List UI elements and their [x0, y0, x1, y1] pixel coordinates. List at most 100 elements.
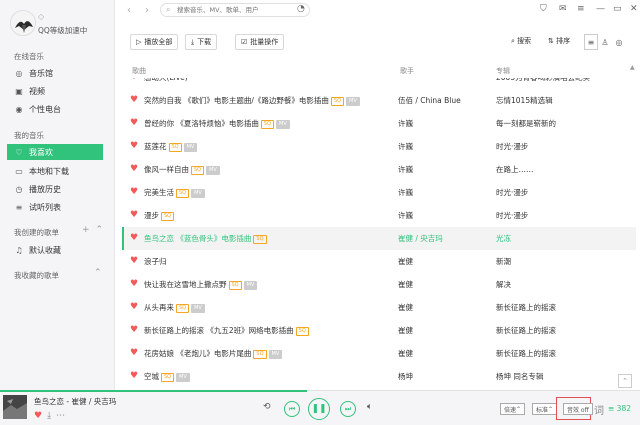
maximize-icon[interactable]: ▭: [613, 4, 622, 14]
sort-button[interactable]: ⇅ 排序: [548, 36, 570, 46]
heart-icon[interactable]: ♥: [130, 279, 138, 289]
singer-view-icon[interactable]: ♙: [598, 34, 612, 50]
heart-icon[interactable]: ♥: [130, 95, 138, 105]
batch-operation-button[interactable]: ☑ 批量操作: [235, 34, 285, 50]
song-album[interactable]: 新长征路上的摇滚: [496, 348, 556, 359]
chevron-up-icon[interactable]: ⌃: [94, 268, 102, 278]
mv-badge[interactable]: MV: [268, 350, 283, 359]
song-album[interactable]: 杨坤 同名专辑: [496, 371, 543, 382]
table-row[interactable]: ♥ 鱼鸟之恋 《蓝色骨头》电影插曲 SQ 崔健 / 央吉玛 光冻: [122, 227, 636, 250]
heart-icon[interactable]: ♥: [130, 256, 138, 266]
song-singer[interactable]: 许巍: [398, 118, 413, 129]
heart-icon[interactable]: ♥: [130, 302, 138, 312]
song-title[interactable]: 快让我在这雪地上撒点野 SQ MV: [144, 279, 258, 290]
song-singer[interactable]: 伍佰 / China Blue: [398, 95, 461, 106]
table-row[interactable]: ♥ 感动天(Live) 2005为青春喝彩演唱会纪实: [122, 78, 636, 89]
song-title[interactable]: 浪子归: [144, 256, 167, 267]
song-singer[interactable]: 崔健: [398, 256, 413, 267]
song-album[interactable]: 时光·漫步: [496, 187, 528, 198]
previous-button[interactable]: ⏮: [284, 401, 300, 417]
volume-icon[interactable]: 🔈︎: [367, 402, 372, 412]
heart-icon[interactable]: ♥: [130, 210, 138, 220]
user-profile[interactable]: ◇ QQ等级加速中: [10, 10, 110, 38]
song-album[interactable]: 时光·漫步: [496, 141, 528, 152]
heart-icon[interactable]: ♥: [130, 325, 138, 335]
song-title[interactable]: 空城 SQ MV: [144, 371, 190, 382]
heart-icon[interactable]: ♥: [130, 187, 138, 197]
now-playing-title[interactable]: 鱼鸟之恋 - 崔健 / 央吉玛: [34, 396, 116, 407]
song-singer[interactable]: 崔健 / 央吉玛: [398, 233, 443, 244]
song-album[interactable]: 每一刻都是崭新的: [496, 118, 556, 129]
minimize-icon[interactable]: —: [596, 4, 605, 14]
sidebar-item-default-collection[interactable]: ♫ 默认收藏: [7, 242, 103, 258]
tshirt-skin-icon[interactable]: ⛉: [540, 4, 547, 14]
column-header-singer[interactable]: 歌手: [400, 66, 414, 76]
heart-icon[interactable]: ♥: [130, 371, 138, 381]
list-search-button[interactable]: ⌕ 搜索: [511, 36, 531, 46]
chevron-up-icon[interactable]: ⌃: [96, 225, 104, 235]
table-row[interactable]: ♥ 蓝莲花 SQ MV 许巍 时光·漫步: [122, 135, 636, 158]
mv-badge[interactable]: MV: [243, 281, 258, 290]
mail-icon[interactable]: ✉: [559, 4, 567, 14]
sidebar-item-radio[interactable]: ◉ 个性电台: [7, 101, 103, 117]
song-album[interactable]: 新长征路上的摇滚: [496, 302, 556, 313]
column-header-song[interactable]: 歌曲: [132, 66, 146, 76]
song-title[interactable]: 完美生活 SQ MV: [144, 187, 205, 198]
heart-icon[interactable]: ♥: [34, 411, 42, 421]
sidebar-item-video[interactable]: ▣ 视频: [7, 83, 103, 99]
table-row[interactable]: ♥ 突然的自我 《歌们》电影主题曲/《路边野餐》电影插曲 SQ MV 伍佰 / Chin…: [122, 89, 636, 112]
menu-icon[interactable]: ≡: [577, 4, 585, 14]
vip-diamond-icon[interactable]: ◇: [38, 12, 44, 21]
mv-badge[interactable]: MV: [276, 120, 290, 129]
song-title[interactable]: 漫步 SQ: [144, 210, 175, 221]
song-title[interactable]: 突然的自我 《歌们》电影主题曲/《路边野餐》电影插曲 SQ MV: [144, 95, 360, 106]
heart-icon[interactable]: ♥: [130, 118, 138, 128]
song-album[interactable]: 时光·漫步: [496, 210, 528, 221]
song-album[interactable]: 2005为青春喝彩演唱会纪实: [496, 78, 590, 83]
song-title[interactable]: 像风一样自由 SQ MV: [144, 164, 220, 175]
mv-badge[interactable]: MV: [206, 166, 220, 175]
table-row[interactable]: ♥ 新长征路上的摇滚 《九五2班》网络电影插曲 SQ 崔健 新长征路上的摇滚: [122, 319, 636, 342]
sidebar-item-trial-list[interactable]: ≡ 试听列表: [7, 199, 103, 215]
heart-icon[interactable]: ♥: [130, 141, 138, 151]
table-row[interactable]: ♥ 曾经的你 《夏洛特烦恼》电影插曲 SQ MV 许巍 每一刻都是崭新的: [122, 112, 636, 135]
back-arrow-icon[interactable]: ‹: [127, 5, 131, 16]
sound-effect-button[interactable]: 音效 off: [563, 403, 593, 415]
sidebar-item-local-download[interactable]: ▭ 本地和下载: [7, 163, 103, 179]
song-singer[interactable]: 许巍: [398, 187, 413, 198]
song-singer[interactable]: 杨坤: [398, 371, 413, 382]
playback-speed-button[interactable]: 倍速 ⌃: [500, 403, 526, 415]
table-row[interactable]: ♥ 像风一样自由 SQ MV 许巍 在路上……: [122, 158, 636, 181]
table-row[interactable]: ♥ 快让我在这雪地上撒点野 SQ MV 崔健 解决: [122, 273, 636, 296]
song-album[interactable]: 在路上……: [496, 164, 534, 175]
search-box[interactable]: ⌕: [160, 3, 310, 17]
song-singer[interactable]: 崔健: [398, 325, 413, 336]
download-button[interactable]: ⤓ 下载: [185, 34, 218, 50]
song-singer[interactable]: 崔健: [398, 279, 413, 290]
sidebar-item-music-hall[interactable]: ◎ 音乐馆: [7, 65, 103, 81]
table-row[interactable]: ♥ 完美生活 SQ MV 许巍 时光·漫步: [122, 181, 636, 204]
mv-badge[interactable]: MV: [183, 143, 198, 152]
heart-icon[interactable]: ♥: [130, 164, 138, 174]
column-header-album[interactable]: 专辑: [496, 66, 510, 76]
song-singer[interactable]: 崔健: [398, 302, 413, 313]
avatar[interactable]: [10, 10, 36, 36]
heart-icon[interactable]: ♥: [130, 348, 138, 358]
table-row[interactable]: ♥ 浪子归 崔健 新潮: [122, 250, 636, 273]
lyric-button[interactable]: 词: [594, 402, 604, 417]
loop-mode-icon[interactable]: ⟲: [263, 402, 271, 412]
song-title[interactable]: 花房姑娘 《老炮儿》电影片尾曲 SQ MV: [144, 348, 283, 359]
add-playlist-icon[interactable]: +: [82, 225, 90, 235]
mv-badge[interactable]: MV: [346, 97, 360, 106]
song-singer[interactable]: 许巍: [398, 210, 413, 221]
download-icon[interactable]: ⤓: [47, 411, 51, 421]
song-title[interactable]: 曾经的你 《夏洛特烦恼》电影插曲 SQ MV: [144, 118, 290, 129]
album-view-icon[interactable]: ◎: [612, 34, 626, 50]
sound-quality-button[interactable]: 标准 ⌃: [532, 403, 558, 415]
song-title[interactable]: 鱼鸟之恋 《蓝色骨头》电影插曲 SQ: [144, 233, 267, 244]
mv-badge[interactable]: MV: [176, 373, 190, 382]
table-row[interactable]: ♥ 空城 SQ MV 杨坤 杨坤 同名专辑: [122, 365, 636, 388]
heart-icon[interactable]: ♥: [130, 78, 138, 82]
table-row[interactable]: ♥ 漫步 SQ 许巍 时光·漫步: [122, 204, 636, 227]
song-title[interactable]: 蓝莲花 SQ MV: [144, 141, 198, 152]
